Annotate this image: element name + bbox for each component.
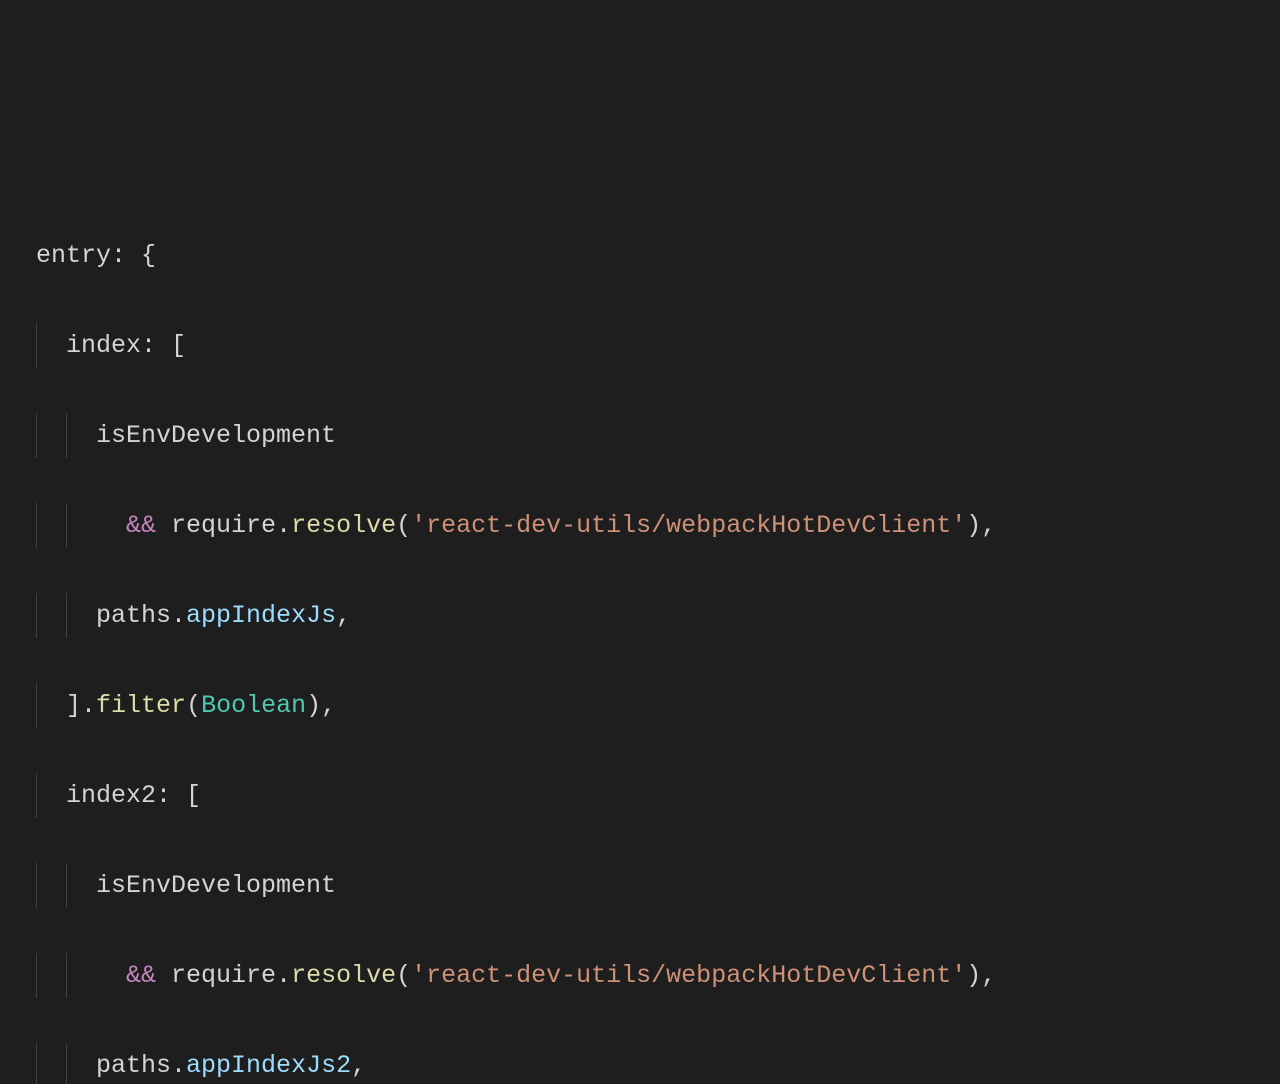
- indent-guide: [36, 953, 37, 998]
- indent: [36, 781, 66, 810]
- paren-open: (: [396, 961, 411, 990]
- indent-guide: [36, 593, 37, 638]
- indent-guide: [66, 953, 67, 998]
- code-line: && require.resolve('react-dev-utils/webp…: [36, 953, 1280, 998]
- dot: .: [171, 601, 186, 630]
- comma: ,: [321, 691, 336, 720]
- space: [156, 961, 171, 990]
- paren-close: ): [306, 691, 321, 720]
- indent-guide: [36, 503, 37, 548]
- dot: .: [276, 961, 291, 990]
- operator-and: &&: [126, 961, 156, 990]
- dot: .: [276, 511, 291, 540]
- operator-and: &&: [126, 511, 156, 540]
- indent-guide: [36, 323, 37, 368]
- brace-open: {: [141, 241, 156, 270]
- code-line: entry: {: [36, 233, 1280, 278]
- indent-guide: [36, 863, 37, 908]
- identifier: isEnvDevelopment: [96, 421, 336, 450]
- identifier-paths: paths: [96, 601, 171, 630]
- colon: :: [141, 331, 171, 360]
- indent-guide: [66, 413, 67, 458]
- bracket-open: [: [171, 331, 186, 360]
- colon: :: [156, 781, 186, 810]
- property-entry: entry: [36, 241, 111, 270]
- comma: ,: [336, 601, 351, 630]
- indent-guide: [36, 773, 37, 818]
- colon: :: [111, 241, 141, 270]
- method-resolve: resolve: [291, 511, 396, 540]
- type-boolean: Boolean: [201, 691, 306, 720]
- code-line: ].filter(Boolean),: [36, 683, 1280, 728]
- indent: [36, 961, 126, 990]
- paren-open: (: [396, 511, 411, 540]
- string-literal: 'react-dev-utils/webpackHotDevClient': [411, 511, 966, 540]
- indent-guide: [66, 503, 67, 548]
- dot: .: [171, 1051, 186, 1080]
- indent-guide: [36, 413, 37, 458]
- property-appIndexJs: appIndexJs: [186, 601, 336, 630]
- string-literal: 'react-dev-utils/webpackHotDevClient': [411, 961, 966, 990]
- paren-close: ): [966, 961, 981, 990]
- bracket-close: ]: [66, 691, 81, 720]
- property-appIndexJs2: appIndexJs2: [186, 1051, 351, 1080]
- property-index2: index2: [66, 781, 156, 810]
- indent-guide: [66, 863, 67, 908]
- indent: [36, 691, 66, 720]
- property-index: index: [66, 331, 141, 360]
- method-filter: filter: [96, 691, 186, 720]
- code-line: index2: [: [36, 773, 1280, 818]
- code-line: index: [: [36, 323, 1280, 368]
- indent-guide: [66, 593, 67, 638]
- space: [156, 511, 171, 540]
- indent-guide: [66, 1043, 67, 1084]
- paren-close: ): [966, 511, 981, 540]
- comma: ,: [981, 511, 996, 540]
- paren-open: (: [186, 691, 201, 720]
- indent: [36, 511, 126, 540]
- comma: ,: [351, 1051, 366, 1080]
- code-editor[interactable]: entry: { index: [ isEnvDevelopment && re…: [0, 188, 1280, 1084]
- code-line: paths.appIndexJs,: [36, 593, 1280, 638]
- code-line: isEnvDevelopment: [36, 863, 1280, 908]
- identifier-require: require: [171, 511, 276, 540]
- code-line: && require.resolve('react-dev-utils/webp…: [36, 503, 1280, 548]
- identifier-require: require: [171, 961, 276, 990]
- indent: [36, 331, 66, 360]
- identifier-paths: paths: [96, 1051, 171, 1080]
- dot: .: [81, 691, 96, 720]
- identifier: isEnvDevelopment: [96, 871, 336, 900]
- method-resolve: resolve: [291, 961, 396, 990]
- code-line: paths.appIndexJs2,: [36, 1043, 1280, 1084]
- comma: ,: [981, 961, 996, 990]
- code-line: isEnvDevelopment: [36, 413, 1280, 458]
- indent-guide: [36, 683, 37, 728]
- bracket-open: [: [186, 781, 201, 810]
- indent-guide: [36, 1043, 37, 1084]
